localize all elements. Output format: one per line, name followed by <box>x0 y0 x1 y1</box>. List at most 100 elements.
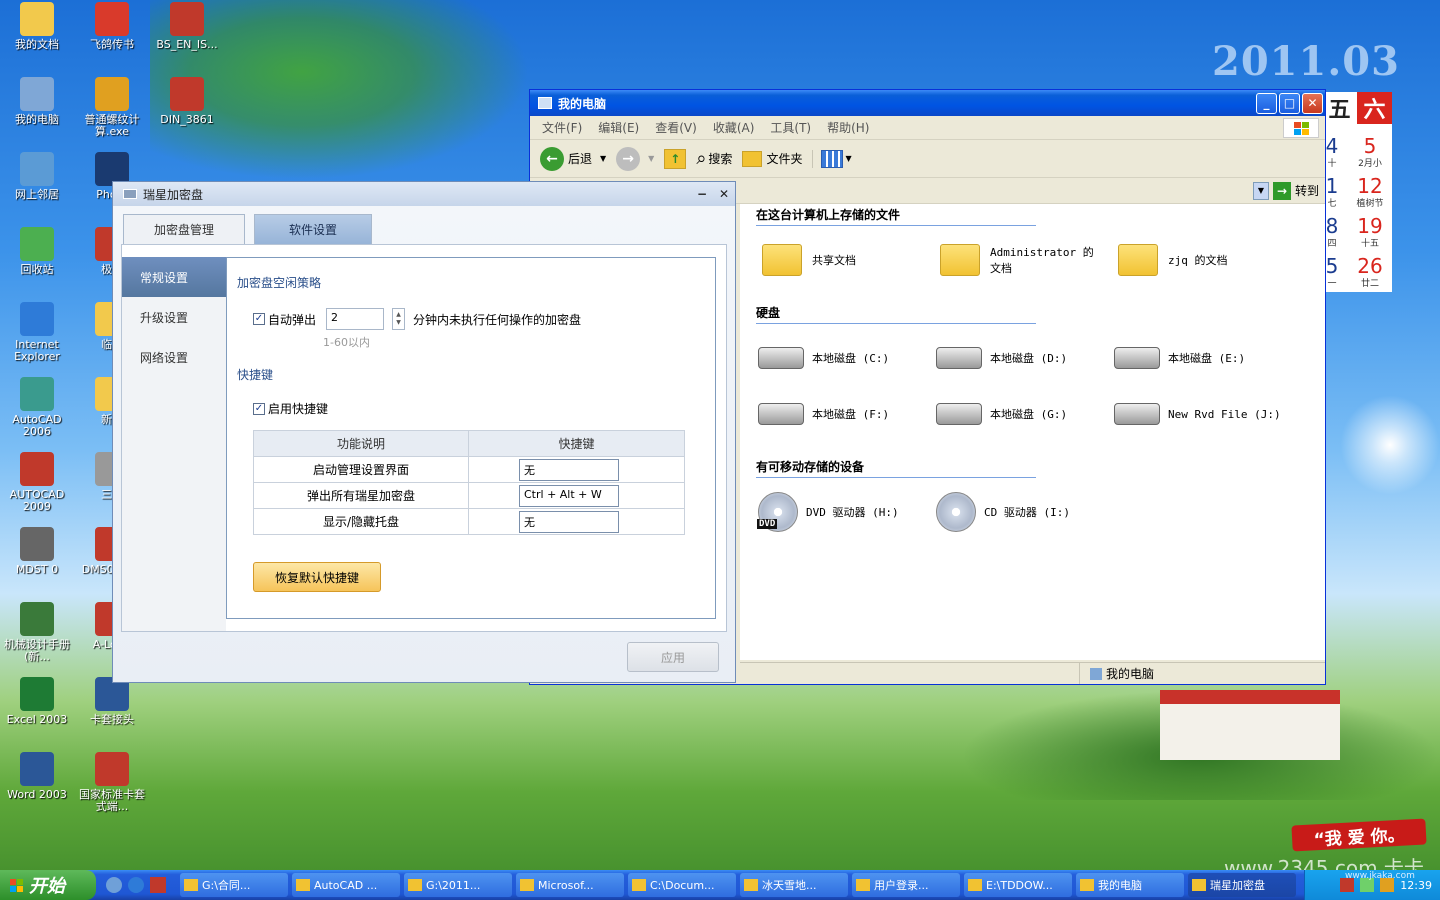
autocad-icon <box>20 377 54 411</box>
idle-minutes-spinner[interactable]: ▲ ▼ <box>392 308 406 330</box>
taskbar-task[interactable]: G:\合同... <box>180 873 288 897</box>
side-general[interactable]: 常规设置 <box>122 257 226 297</box>
task-label: G:\合同... <box>202 879 251 892</box>
folder-docs-icon <box>20 2 54 36</box>
menu-item[interactable]: 编辑(E) <box>598 119 639 136</box>
menu-item[interactable]: 文件(F) <box>542 119 582 136</box>
go-label[interactable]: 转到 <box>1295 182 1319 199</box>
folder-admin-docs[interactable]: Administrator 的文档 <box>940 244 1120 276</box>
drive-d[interactable]: 本地磁盘 (D:) <box>936 347 1067 369</box>
desktop-icon[interactable]: Word 2003 <box>0 752 74 801</box>
side-upgrade[interactable]: 升级设置 <box>122 297 226 337</box>
enable-hotkey-checkbox[interactable]: ✓ <box>253 402 265 415</box>
desktop-icon[interactable]: AutoCAD 2006 <box>0 377 74 438</box>
antivirus-icon[interactable] <box>150 877 166 893</box>
folder-shared-docs[interactable]: 共享文档 <box>762 244 856 276</box>
close-button[interactable]: ✕ <box>713 187 735 201</box>
taskbar-task[interactable]: G:\2011... <box>404 873 512 897</box>
desktop-icon[interactable]: AUTOCAD 2009 <box>0 452 74 513</box>
hotkey-input[interactable]: 无 <box>519 510 619 533</box>
search-label: 搜索 <box>708 152 733 166</box>
folders-button[interactable]: 文件夹 <box>742 150 802 167</box>
forward-button[interactable]: → ▼ <box>616 146 654 171</box>
pdf-icon <box>95 752 129 786</box>
desktop-icon[interactable]: DIN_3861 <box>150 77 224 126</box>
auto-eject-row: ✓ 自动弹出 2 ▲ ▼ 分钟内未执行任何操作的加密盘 <box>253 308 581 330</box>
drive-cd[interactable]: CD 驱动器 (I:) <box>936 492 1070 532</box>
side-network[interactable]: 网络设置 <box>122 337 226 377</box>
minimize-button[interactable]: _ <box>1256 92 1277 114</box>
menu-item[interactable]: 收藏(A) <box>713 119 755 136</box>
menu-item[interactable]: 查看(V) <box>655 119 697 136</box>
taskbar-task[interactable]: E:\TDDOW... <box>964 873 1072 897</box>
hotkey-input[interactable]: Ctrl + Alt + W <box>519 484 619 507</box>
taskbar-task[interactable]: 冰天雪地... <box>740 873 848 897</box>
desktop-icon[interactable]: 我的文档 <box>0 2 74 51</box>
maximize-button[interactable]: □ <box>1279 92 1300 114</box>
restore-defaults-button[interactable]: 恢复默认快捷键 <box>253 562 381 592</box>
desktop-icon[interactable]: 机械设计手册(新... <box>0 602 74 663</box>
desktop-icon[interactable]: BS_EN_IS... <box>150 2 224 51</box>
idle-minutes-input[interactable]: 2 <box>326 308 385 330</box>
desktop-icon[interactable] <box>106 877 122 893</box>
drive-label: DVD 驱动器 (H:) <box>806 506 899 519</box>
drive-f[interactable]: 本地磁盘 (F:) <box>758 403 889 425</box>
drive-g[interactable]: 本地磁盘 (G:) <box>936 403 1067 425</box>
apply-button[interactable]: 应用 <box>627 642 719 672</box>
desktop-icon[interactable]: 普通螺纹计算.exe <box>75 77 149 138</box>
desktop-icon[interactable]: 飞鸽传书 <box>75 2 149 51</box>
settings-content: 加密盘空闲策略 ✓ 自动弹出 2 ▲ ▼ 分钟内未执行任何操作的加密盘 1-60以… <box>226 257 716 619</box>
dialog-titlebar[interactable]: 瑞星加密盘 − ✕ <box>113 182 735 206</box>
menu-item[interactable]: 帮助(H) <box>827 119 869 136</box>
auto-eject-checkbox[interactable]: ✓ <box>253 313 265 325</box>
quick-launch <box>106 877 172 893</box>
go-arrow-icon[interactable]: → <box>1272 181 1291 200</box>
task-label: C:\Docum... <box>650 878 715 892</box>
hotkey-input[interactable]: 无 <box>519 458 619 481</box>
desktop-icon[interactable]: MDST 0 <box>0 527 74 576</box>
search-button[interactable]: ⌕ 搜索 <box>696 148 732 169</box>
mycomputer-titlebar[interactable]: 我的电脑 _ □ ✕ <box>530 90 1325 116</box>
folder-zjq-docs[interactable]: zjq 的文档 <box>1118 244 1228 276</box>
drive-j[interactable]: New Rvd File (J:) <box>1114 403 1281 425</box>
drive-c[interactable]: 本地磁盘 (C:) <box>758 347 889 369</box>
views-button[interactable]: ▼ <box>812 149 852 168</box>
chevron-down-icon: ▼ <box>845 154 852 163</box>
desktop-icon[interactable]: 网上邻居 <box>0 152 74 201</box>
taskbar-task[interactable]: Microsof... <box>516 873 624 897</box>
folder-label: Administrator 的文档 <box>990 246 1094 275</box>
desktop-icon-label: 回收站 <box>20 263 54 276</box>
enable-hotkey-row: ✓ 启用快捷键 <box>253 400 328 417</box>
ie-icon[interactable] <box>128 877 144 893</box>
desktop-icon[interactable]: 我的电脑 <box>0 77 74 126</box>
menu-item[interactable]: 工具(T) <box>770 119 811 136</box>
desktop-icon[interactable]: 国家标准卡套式端... <box>75 752 149 813</box>
desktop-icon[interactable]: Excel 2003 <box>0 677 74 726</box>
taskbar-task[interactable]: AutoCAD ... <box>292 873 400 897</box>
feige-icon <box>95 2 129 36</box>
recycle-bin-icon <box>20 227 54 261</box>
taskbar-task[interactable]: C:\Docum... <box>628 873 736 897</box>
handbook-icon <box>20 602 54 636</box>
taskbar-task[interactable]: 用户登录... <box>852 873 960 897</box>
desktop-icon[interactable]: Internet Explorer <box>0 302 74 363</box>
side-label: 常规设置 <box>140 270 189 285</box>
minimize-button[interactable]: − <box>691 187 713 201</box>
taskbar-task[interactable]: 我的电脑 <box>1076 873 1184 897</box>
tab-disk-management[interactable]: 加密盘管理 <box>123 214 245 244</box>
up-button[interactable]: ↑ <box>664 148 687 169</box>
drive-e[interactable]: 本地磁盘 (E:) <box>1114 347 1245 369</box>
task-icon <box>1192 879 1206 891</box>
task-label: AutoCAD ... <box>314 878 378 892</box>
address-dropdown[interactable]: ▼ <box>1252 181 1269 200</box>
tab-software-settings[interactable]: 软件设置 <box>254 214 372 244</box>
back-button[interactable]: ← 后退 ▼ <box>540 146 606 171</box>
desktop-icon[interactable]: 卡套接头 <box>75 677 149 726</box>
calendar-day-lunar: 十五 <box>1360 239 1379 249</box>
desktop-icon[interactable]: 回收站 <box>0 227 74 276</box>
start-button[interactable]: 开始 <box>0 870 96 900</box>
taskbar-task[interactable]: 瑞星加密盘 <box>1188 873 1296 897</box>
drive-dvd[interactable]: DVD DVD 驱动器 (H:) <box>757 492 899 532</box>
mycomputer-content: 在这台计算机上存储的文件 共享文档 Administrator 的文档 zjq … <box>740 204 1325 660</box>
close-button[interactable]: ✕ <box>1302 92 1323 114</box>
